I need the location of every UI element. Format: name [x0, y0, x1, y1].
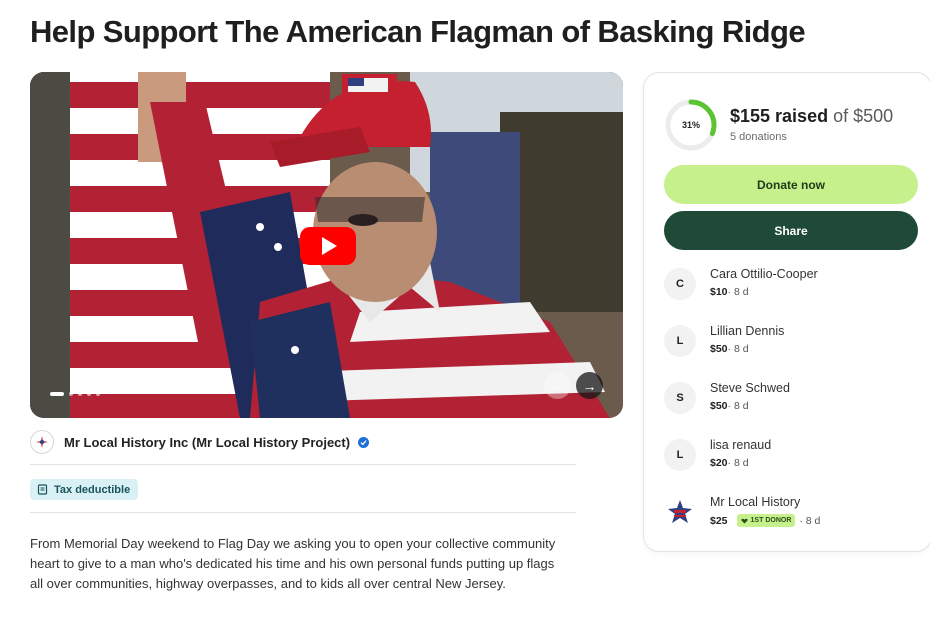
donor-item: Mr Local History $25 1ST DONOR · 8 d [664, 489, 918, 546]
donor-name: Steve Schwed [710, 381, 790, 395]
donor-amount: $50 [710, 400, 728, 412]
donor-amount: $50 [710, 343, 728, 355]
donor-amount: $20 [710, 457, 728, 469]
donor-time: · 8 d [727, 400, 749, 412]
carousel-dot[interactable] [96, 392, 100, 396]
heart-hand-icon [740, 518, 748, 523]
tax-deductible-badge: Tax deductible [30, 479, 139, 500]
donor-name: Lillian Dennis [710, 324, 785, 338]
donor-list: C Cara Ottilio-Cooper $10 · 8 d L Lillia… [664, 261, 918, 546]
raised-amount: $155 raised [730, 106, 829, 126]
progress-percent: 31% [681, 120, 700, 130]
donation-card: 31% $155 raised of $500 5 donations Dona… [643, 72, 930, 552]
donor-avatar: L [664, 439, 696, 471]
donor-meta: $50 · 8 d [710, 400, 749, 412]
donor-name: lisa renaud [710, 438, 772, 452]
donor-avatar: C [664, 268, 696, 300]
tax-deductible-label: Tax deductible [54, 483, 131, 496]
organizer-logo-icon [36, 436, 48, 448]
donor-name: Mr Local History [710, 495, 801, 509]
donate-now-button[interactable]: Donate now [664, 165, 918, 204]
page-title: Help Support The American Flagman of Bas… [30, 14, 806, 49]
donor-amount: $10 [710, 286, 728, 298]
donation-count: 5 donations [730, 131, 787, 143]
carousel-dot[interactable] [69, 392, 73, 396]
first-donor-label: 1ST DONOR [750, 517, 792, 524]
share-button[interactable]: Share [664, 211, 918, 250]
donor-time: · 8 d [727, 286, 749, 298]
divider [30, 464, 576, 465]
donor-amount: $25 [710, 514, 728, 527]
amount-raised: $155 raised of $500 [730, 106, 893, 127]
play-button[interactable] [300, 227, 356, 265]
donor-item: L Lillian Dennis $50 · 8 d [664, 318, 918, 375]
organizer-name[interactable]: Mr Local History Inc (Mr Local History P… [64, 435, 350, 450]
carousel-prev-button[interactable]: ← [544, 372, 571, 399]
goal-amount: of $500 [828, 106, 894, 126]
donor-item: S Steve Schwed $50 · 8 d [664, 375, 918, 432]
donor-name: Cara Ottilio-Cooper [710, 267, 818, 281]
donor-avatar: S [664, 382, 696, 414]
donor-item: C Cara Ottilio-Cooper $10 · 8 d [664, 261, 918, 318]
donor-time: · 8 d [727, 343, 749, 355]
arrow-left-icon: ← [550, 377, 565, 394]
fundraiser-video[interactable]: ← → [30, 72, 623, 418]
divider [30, 512, 576, 513]
donor-avatar: L [664, 325, 696, 357]
first-donor-badge: 1ST DONOR [736, 514, 796, 527]
carousel-dot[interactable] [50, 392, 64, 396]
carousel-dot[interactable] [78, 392, 82, 396]
carousel-dot[interactable] [87, 392, 91, 396]
carousel-dots [50, 392, 100, 396]
mr-local-history-logo-icon [668, 500, 692, 523]
organizer-avatar [30, 430, 54, 454]
organizer-row[interactable]: Mr Local History Inc (Mr Local History P… [30, 430, 370, 454]
donor-meta: $10 · 8 d [710, 286, 749, 298]
donor-meta: $20 · 8 d [710, 457, 749, 469]
fundraiser-description: From Memorial Day weekend to Flag Day we… [30, 536, 556, 591]
arrow-right-icon: → [582, 377, 597, 394]
receipt-icon [37, 484, 48, 495]
donor-meta: $50 · 8 d [710, 343, 749, 355]
donor-avatar [664, 496, 696, 528]
carousel-next-button[interactable]: → [576, 372, 603, 399]
verified-check-icon [358, 436, 370, 448]
donor-time: · 8 d [727, 457, 749, 469]
donor-item: L lisa renaud $20 · 8 d [664, 432, 918, 489]
donor-meta: $25 1ST DONOR · 8 d [710, 514, 820, 527]
donor-time: · 8 d [799, 514, 821, 527]
youtube-play-icon [322, 237, 337, 255]
